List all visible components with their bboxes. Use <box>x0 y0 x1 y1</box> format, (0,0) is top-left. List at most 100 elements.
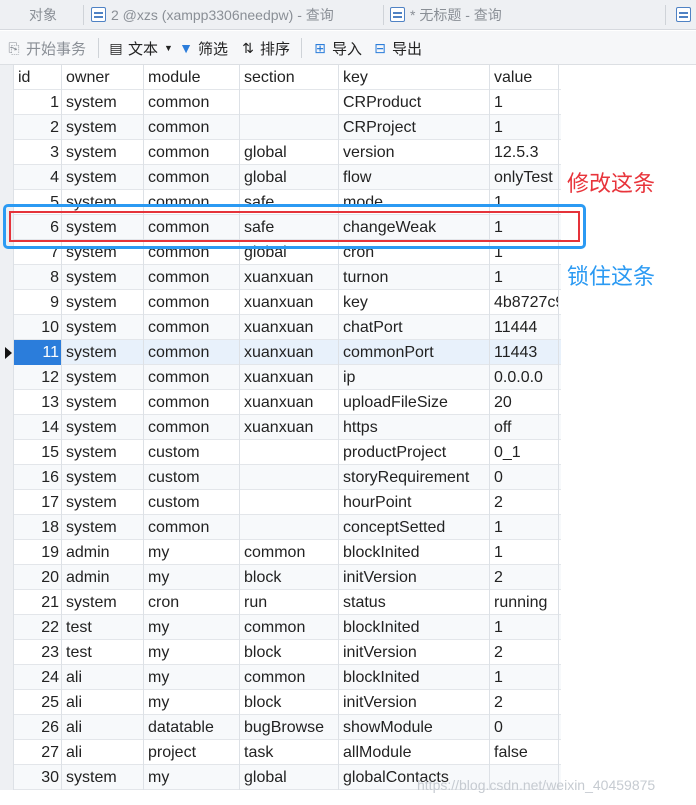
cell-module[interactable]: custom <box>144 490 240 515</box>
cell-id[interactable]: 21 <box>14 590 62 615</box>
sort-button[interactable]: ⇅ 排序 <box>240 31 290 65</box>
cell-module[interactable]: common <box>144 140 240 165</box>
cell-section[interactable]: bugBrowse <box>240 715 339 740</box>
cell-key[interactable]: flow <box>339 165 490 190</box>
cell-section[interactable] <box>240 465 339 490</box>
cell-owner[interactable]: system <box>62 465 144 490</box>
table-row[interactable]: 10 system common xuanxuan chatPort 11444 <box>0 315 561 340</box>
cell-module[interactable]: common <box>144 390 240 415</box>
cell-value[interactable]: 11444 <box>490 315 559 340</box>
table-row[interactable]: 9 system common xuanxuan key 4b8727c9 <box>0 290 561 315</box>
cell-module[interactable]: my <box>144 540 240 565</box>
cell-id[interactable]: 30 <box>14 765 62 790</box>
row-indicator[interactable] <box>0 665 14 690</box>
row-indicator[interactable] <box>0 640 14 665</box>
cell-id[interactable]: 14 <box>14 415 62 440</box>
cell-value[interactable]: 0 <box>490 465 559 490</box>
cell-key[interactable]: key <box>339 290 490 315</box>
cell-id[interactable]: 2 <box>14 115 62 140</box>
cell-value[interactable]: onlyTest <box>490 165 559 190</box>
cell-id[interactable]: 4 <box>14 165 62 190</box>
cell-id[interactable]: 24 <box>14 665 62 690</box>
cell-value[interactable]: 1 <box>490 665 559 690</box>
table-row[interactable]: 1 system common CRProduct 1 <box>0 90 561 115</box>
cell-key[interactable]: storyRequirement <box>339 465 490 490</box>
cell-owner[interactable]: system <box>62 165 144 190</box>
cell-section[interactable]: run <box>240 590 339 615</box>
table-row[interactable]: 3 system common global version 12.5.3 <box>0 140 561 165</box>
cell-id[interactable]: 10 <box>14 315 62 340</box>
cell-module[interactable]: my <box>144 690 240 715</box>
cell-key[interactable]: https <box>339 415 490 440</box>
cell-value[interactable]: 0_1 <box>490 440 559 465</box>
row-indicator[interactable] <box>0 340 14 365</box>
cell-owner[interactable]: ali <box>62 715 144 740</box>
cell-value[interactable]: 1 <box>490 265 559 290</box>
cell-module[interactable]: common <box>144 265 240 290</box>
table-row[interactable]: 23 test my block initVersion 2 <box>0 640 561 665</box>
table-row[interactable]: 16 system custom storyRequirement 0 <box>0 465 561 490</box>
cell-key[interactable]: hourPoint <box>339 490 490 515</box>
cell-value[interactable]: 1 <box>490 515 559 540</box>
row-indicator[interactable] <box>0 565 14 590</box>
cell-owner[interactable]: system <box>62 315 144 340</box>
cell-module[interactable]: common <box>144 340 240 365</box>
cell-owner[interactable]: system <box>62 515 144 540</box>
cell-key[interactable]: version <box>339 140 490 165</box>
row-indicator[interactable] <box>0 290 14 315</box>
cell-value[interactable]: 1 <box>490 115 559 140</box>
cell-id[interactable]: 3 <box>14 140 62 165</box>
cell-section[interactable]: block <box>240 690 339 715</box>
cell-value[interactable]: 1 <box>490 615 559 640</box>
cell-section[interactable] <box>240 440 339 465</box>
column-header-section[interactable]: section <box>240 65 339 90</box>
cell-module[interactable]: project <box>144 740 240 765</box>
cell-id[interactable]: 8 <box>14 265 62 290</box>
cell-owner[interactable]: system <box>62 90 144 115</box>
table-row[interactable]: 8 system common xuanxuan turnon 1 <box>0 265 561 290</box>
cell-key[interactable]: allModule <box>339 740 490 765</box>
row-indicator[interactable] <box>0 740 14 765</box>
cell-value[interactable]: off <box>490 415 559 440</box>
cell-key[interactable]: initVersion <box>339 565 490 590</box>
table-row[interactable]: 4 system common global flow onlyTest <box>0 165 561 190</box>
table-row[interactable]: 18 system common conceptSetted 1 <box>0 515 561 540</box>
cell-key[interactable]: initVersion <box>339 640 490 665</box>
row-indicator[interactable] <box>0 140 14 165</box>
cell-value[interactable]: 11443 <box>490 340 559 365</box>
table-row[interactable]: 11 system common xuanxuan commonPort 11443 <box>0 340 561 365</box>
cell-module[interactable]: common <box>144 515 240 540</box>
cell-id[interactable]: 15 <box>14 440 62 465</box>
cell-value[interactable]: 1 <box>490 90 559 115</box>
cell-owner[interactable]: system <box>62 265 144 290</box>
cell-key[interactable]: initVersion <box>339 690 490 715</box>
table-row[interactable]: 14 system common xuanxuan https off <box>0 415 561 440</box>
cell-owner[interactable]: system <box>62 490 144 515</box>
cell-value[interactable]: 2 <box>490 640 559 665</box>
cell-id[interactable]: 13 <box>14 390 62 415</box>
table-row[interactable]: 13 system common xuanxuan uploadFileSize 20 <box>0 390 561 415</box>
cell-value[interactable]: 4b8727c9 <box>490 290 559 315</box>
text-view-button[interactable]: ▤ 文本 ▼ <box>108 31 173 65</box>
row-indicator[interactable] <box>0 365 14 390</box>
cell-id[interactable]: 16 <box>14 465 62 490</box>
cell-key[interactable]: conceptSetted <box>339 515 490 540</box>
cell-value[interactable]: 0.0.0.0 <box>490 365 559 390</box>
cell-value[interactable]: 12.5.3 <box>490 140 559 165</box>
column-header-id[interactable]: id <box>14 65 62 90</box>
column-header-value[interactable]: value <box>490 65 559 90</box>
cell-section[interactable]: task <box>240 740 339 765</box>
table-row[interactable]: 22 test my common blockInited 1 <box>0 615 561 640</box>
cell-module[interactable]: my <box>144 765 240 790</box>
cell-owner[interactable]: system <box>62 140 144 165</box>
cell-id[interactable]: 26 <box>14 715 62 740</box>
cell-module[interactable]: my <box>144 565 240 590</box>
cell-id[interactable]: 19 <box>14 540 62 565</box>
table-row[interactable]: 20 admin my block initVersion 2 <box>0 565 561 590</box>
cell-module[interactable]: common <box>144 365 240 390</box>
cell-section[interactable]: block <box>240 640 339 665</box>
cell-owner[interactable]: system <box>62 765 144 790</box>
cell-section[interactable]: xuanxuan <box>240 315 339 340</box>
export-button[interactable]: ⊟ 导出 <box>372 31 422 65</box>
cell-owner[interactable]: system <box>62 415 144 440</box>
